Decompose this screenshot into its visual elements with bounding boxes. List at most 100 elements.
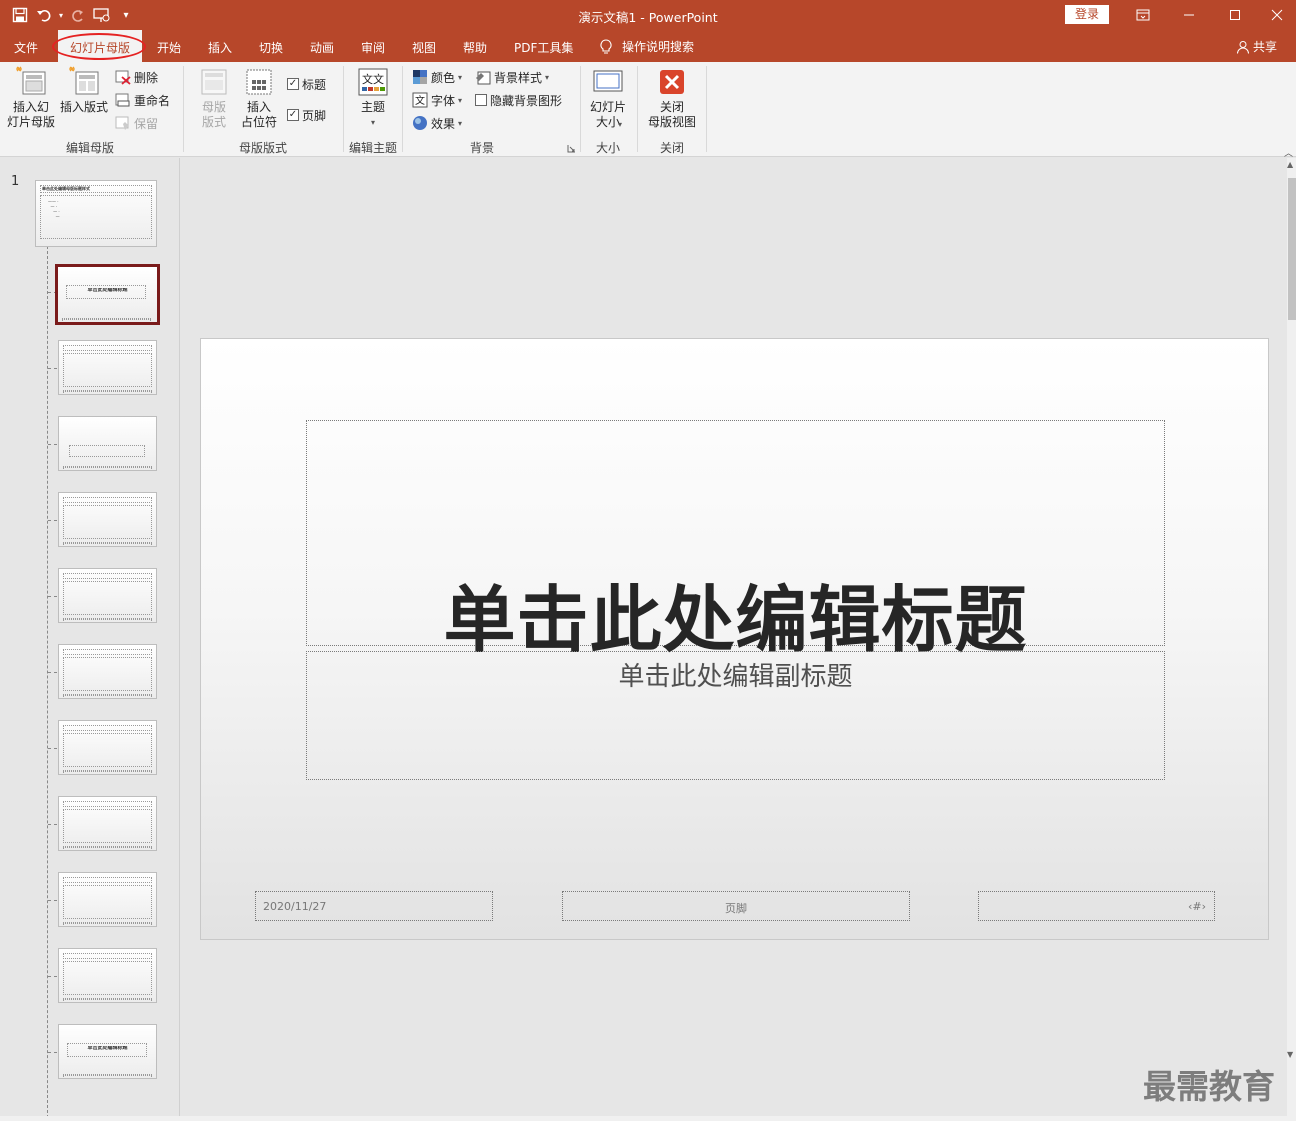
- maximize-icon[interactable]: [1212, 0, 1258, 30]
- slide-size-button[interactable]: 幻灯片 大小: [586, 66, 630, 130]
- title-placeholder[interactable]: 单击此处编辑标题: [306, 420, 1165, 662]
- colors-button[interactable]: 颜色 ▾: [412, 68, 462, 86]
- date-text[interactable]: 2020/11/27: [263, 900, 326, 913]
- page-number-text[interactable]: ‹#›: [1188, 900, 1206, 913]
- thumb-body-placeholder: [63, 505, 152, 539]
- title-checkbox[interactable]: ✓ 标题: [287, 75, 326, 93]
- slide-number: 1: [11, 174, 20, 189]
- background-dialog-launcher-icon[interactable]: [567, 142, 576, 153]
- scrollbar-thumb[interactable]: [1288, 178, 1296, 320]
- insert-slide-master-button[interactable]: 插入幻 灯片母版: [6, 66, 56, 130]
- chevron-down-icon: ▾: [458, 118, 463, 128]
- layout-thumbnail[interactable]: [58, 872, 157, 927]
- themes-label: 主题: [360, 100, 385, 114]
- tab-transitions[interactable]: 切换: [259, 39, 283, 56]
- present-from-beginning-icon[interactable]: [90, 4, 114, 26]
- subtitle-placeholder[interactable]: 单击此处编辑副标题: [306, 651, 1165, 780]
- layout-thumbnail[interactable]: [58, 568, 157, 623]
- layout-thumbnail[interactable]: 单击此处编辑标题: [58, 1024, 157, 1079]
- footer-text[interactable]: 页脚: [563, 900, 909, 916]
- undo-icon[interactable]: [32, 4, 56, 26]
- tab-pdf-tools[interactable]: PDF工具集: [514, 39, 573, 56]
- layout-thumbnail[interactable]: [58, 796, 157, 851]
- footers-checkbox-box[interactable]: ✓: [287, 109, 299, 121]
- insert-placeholder-button[interactable]: 插入 占位符: [236, 66, 282, 130]
- slide-size-icon: [593, 70, 623, 92]
- master-thumbnail[interactable]: 单击此处编辑母版标题样式 —— · — · — · —: [35, 180, 157, 247]
- themes-button[interactable]: 文文 主题 ▾: [353, 66, 393, 130]
- group-background-label: 背景: [469, 141, 494, 155]
- layout-tree-connector: [48, 672, 57, 673]
- tab-help[interactable]: 帮助: [463, 39, 487, 56]
- share-label: 共享: [1253, 40, 1278, 54]
- footer-placeholder[interactable]: 页脚: [562, 891, 910, 921]
- tell-me-search[interactable]: 操作说明搜索: [600, 38, 694, 55]
- thumb-title-placeholder: [69, 445, 145, 457]
- effects-label: 效果: [431, 116, 456, 131]
- background-styles-icon: [476, 71, 491, 85]
- title-bar: ▾ ▾ 演示文稿1 - PowerPoint 登录: [0, 0, 1296, 30]
- thumb-body-placeholder: [63, 657, 152, 691]
- insert-layout-button[interactable]: 插入版式: [58, 66, 110, 115]
- title-checkbox-box[interactable]: ✓: [287, 78, 299, 90]
- tab-home[interactable]: 开始: [157, 39, 181, 56]
- login-button[interactable]: 登录: [1065, 5, 1109, 24]
- close-icon[interactable]: [1258, 0, 1296, 30]
- insert-layout-icon: [69, 66, 99, 95]
- layout-thumbnail[interactable]: [58, 720, 157, 775]
- hide-background-graphics-label: 隐藏背景图形: [490, 93, 563, 108]
- tab-slide-master[interactable]: 幻灯片母版: [58, 30, 143, 62]
- effects-button[interactable]: 效果 ▾: [412, 114, 462, 132]
- layout-thumbnail[interactable]: [58, 340, 157, 395]
- layout-thumbnail[interactable]: 单击此处编辑标题: [55, 264, 160, 325]
- fonts-button[interactable]: 文 字体 ▾: [412, 91, 462, 109]
- scroll-down-icon[interactable]: ▼: [1287, 1050, 1293, 1059]
- ribbon-display-options-icon[interactable]: [1120, 0, 1166, 30]
- preserve-label: 保留: [134, 116, 159, 131]
- scroll-up-icon[interactable]: ▲: [1287, 160, 1293, 169]
- tab-review[interactable]: 审阅: [361, 39, 385, 56]
- thumb-footer-line: [63, 998, 152, 1000]
- master-layout-icon: [201, 69, 227, 95]
- group-separator: [580, 66, 581, 152]
- layout-thumbnail[interactable]: [58, 644, 157, 699]
- layout-thumbnail[interactable]: [58, 416, 157, 471]
- footers-checkbox[interactable]: ✓ 页脚: [287, 106, 326, 124]
- minimize-icon[interactable]: [1166, 0, 1212, 30]
- tab-animations[interactable]: 动画: [310, 39, 334, 56]
- close-master-view-button[interactable]: 关闭 母版视图: [644, 66, 700, 130]
- layout-thumbnail[interactable]: [58, 492, 157, 547]
- page-number-placeholder[interactable]: ‹#›: [978, 891, 1215, 921]
- thumb-body-lines: —— · — · — · —: [48, 199, 60, 219]
- redo-icon[interactable]: [66, 4, 90, 26]
- tab-view[interactable]: 视图: [412, 39, 436, 56]
- background-styles-button[interactable]: 背景样式 ▾: [475, 68, 549, 86]
- delete-button[interactable]: 删除: [115, 68, 158, 86]
- layout-tree-connector: [48, 444, 57, 445]
- slide-subtitle[interactable]: 单击此处编辑副标题: [307, 656, 1164, 693]
- group-master-layout-label: 母版版式: [238, 141, 287, 155]
- customize-qat-icon[interactable]: ▾: [114, 4, 138, 26]
- insert-placeholder-icon: [246, 69, 272, 95]
- thumb-footer-line: [63, 618, 152, 620]
- effects-icon: [413, 116, 427, 130]
- hide-background-checkbox-box[interactable]: ✓: [475, 94, 487, 106]
- layout-tree-line: [47, 246, 48, 1121]
- thumb-title-text: 单击此处编辑标题: [87, 288, 128, 293]
- layout-thumbnail[interactable]: [58, 948, 157, 1003]
- rename-button[interactable]: 重命名: [115, 91, 170, 109]
- save-icon[interactable]: [8, 4, 32, 26]
- tab-insert[interactable]: 插入: [208, 39, 232, 56]
- master-layout-button[interactable]: 母版 版式: [194, 66, 234, 130]
- thumb-footer-line: [63, 694, 152, 696]
- preserve-button[interactable]: 保留: [115, 114, 158, 132]
- date-placeholder[interactable]: 2020/11/27: [255, 891, 493, 921]
- hide-background-graphics-checkbox[interactable]: ✓ 隐藏背景图形: [475, 91, 562, 109]
- slide-canvas[interactable]: 单击此处编辑标题 单击此处编辑副标题 2020/11/27 页脚 ‹#›: [200, 338, 1269, 940]
- undo-dropdown-icon[interactable]: ▾: [56, 4, 66, 26]
- chevron-down-icon: ▾: [458, 95, 463, 105]
- share-button[interactable]: 共享: [1236, 38, 1277, 55]
- tab-file[interactable]: 文件: [14, 39, 38, 56]
- group-edit-theme-label: 编辑主题: [348, 141, 397, 155]
- thumb-title-placeholder: [63, 953, 152, 959]
